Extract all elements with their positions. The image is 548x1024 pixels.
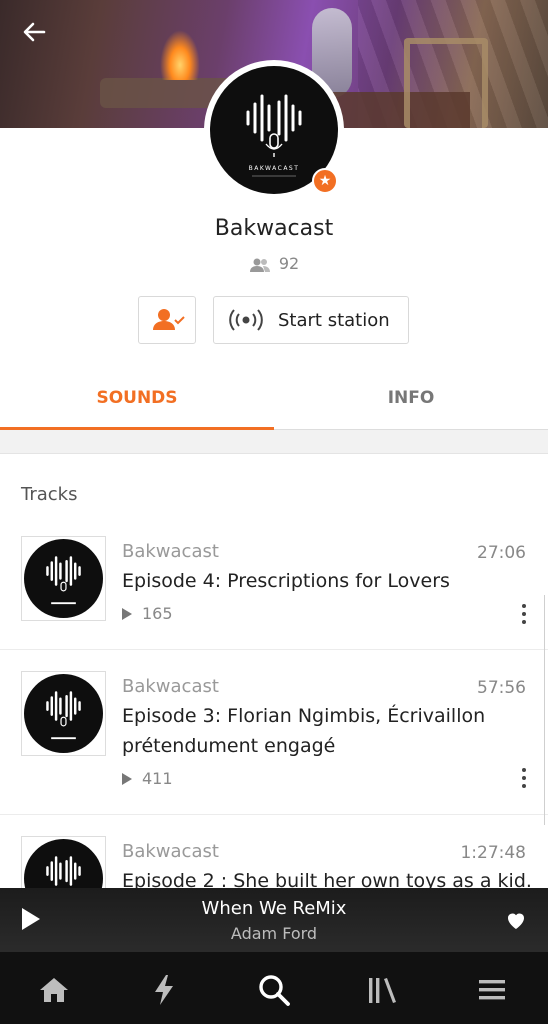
- start-station-label: Start station: [278, 309, 390, 331]
- play-count: 165: [122, 604, 173, 623]
- track-row[interactable]: Bakwacast 27:06 Episode 4: Prescriptions…: [0, 520, 548, 650]
- track-duration: 1:27:48: [460, 843, 526, 863]
- now-playing-artist: Adam Ford: [230, 924, 318, 943]
- bakwacast-logo: [24, 674, 103, 753]
- more-options-icon[interactable]: [518, 766, 530, 790]
- divider: [0, 430, 548, 454]
- stream-lightning-icon[interactable]: [146, 972, 182, 1008]
- play-count-icon: [122, 608, 132, 620]
- scrollbar[interactable]: [544, 595, 548, 825]
- now-playing-title: When We ReMix: [201, 898, 347, 919]
- followers-icon: [249, 258, 270, 272]
- heart-icon[interactable]: [504, 908, 528, 932]
- following-user-icon: [153, 309, 185, 330]
- track-artist[interactable]: Bakwacast: [122, 541, 219, 562]
- bakwacast-logo: [24, 539, 103, 618]
- radio-broadcast-icon: [229, 309, 263, 331]
- follow-button[interactable]: [138, 296, 196, 344]
- track-artist[interactable]: Bakwacast: [122, 841, 219, 862]
- arrow-left-icon: [23, 22, 46, 42]
- star-badge-icon: ★: [312, 168, 338, 194]
- track-duration: 27:06: [477, 543, 526, 563]
- section-title: Tracks: [21, 484, 78, 505]
- follower-count-value: 92: [278, 254, 300, 273]
- profile-screen: BAKWACAST ★ Bakwacast 92 Start station S: [0, 0, 548, 1024]
- play-count-value: 411: [142, 769, 173, 788]
- back-button[interactable]: [20, 18, 52, 50]
- mini-player[interactable]: When We ReMix Adam Ford: [0, 888, 548, 952]
- track-artwork: [21, 671, 106, 756]
- more-options-icon[interactable]: [518, 602, 530, 626]
- track-title[interactable]: Episode 3: Florian Ngimbis, Écrivaillon …: [122, 701, 502, 761]
- profile-name: Bakwacast: [214, 216, 334, 241]
- library-icon[interactable]: [364, 972, 400, 1008]
- track-artist[interactable]: Bakwacast: [122, 676, 219, 697]
- tab-info[interactable]: INFO: [274, 368, 548, 430]
- track-row[interactable]: Bakwacast 57:56 Episode 3: Florian Ngimb…: [0, 650, 548, 815]
- track-artwork: [21, 536, 106, 621]
- search-icon[interactable]: [256, 972, 292, 1008]
- start-station-button[interactable]: Start station: [213, 296, 409, 344]
- profile-tabs: SOUNDS INFO: [0, 368, 548, 430]
- tab-sounds[interactable]: SOUNDS: [0, 368, 274, 430]
- menu-icon[interactable]: [474, 972, 510, 1008]
- home-icon[interactable]: [36, 972, 72, 1008]
- follower-count: 92: [0, 254, 548, 273]
- play-count-icon: [122, 773, 132, 785]
- track-title[interactable]: Episode 4: Prescriptions for Lovers: [122, 566, 502, 596]
- bottom-navigation: [0, 952, 548, 1024]
- play-count-value: 165: [142, 604, 173, 623]
- track-duration: 57:56: [477, 678, 526, 698]
- play-count: 411: [122, 769, 173, 788]
- svg-text:BAKWACAST: BAKWACAST: [249, 165, 300, 172]
